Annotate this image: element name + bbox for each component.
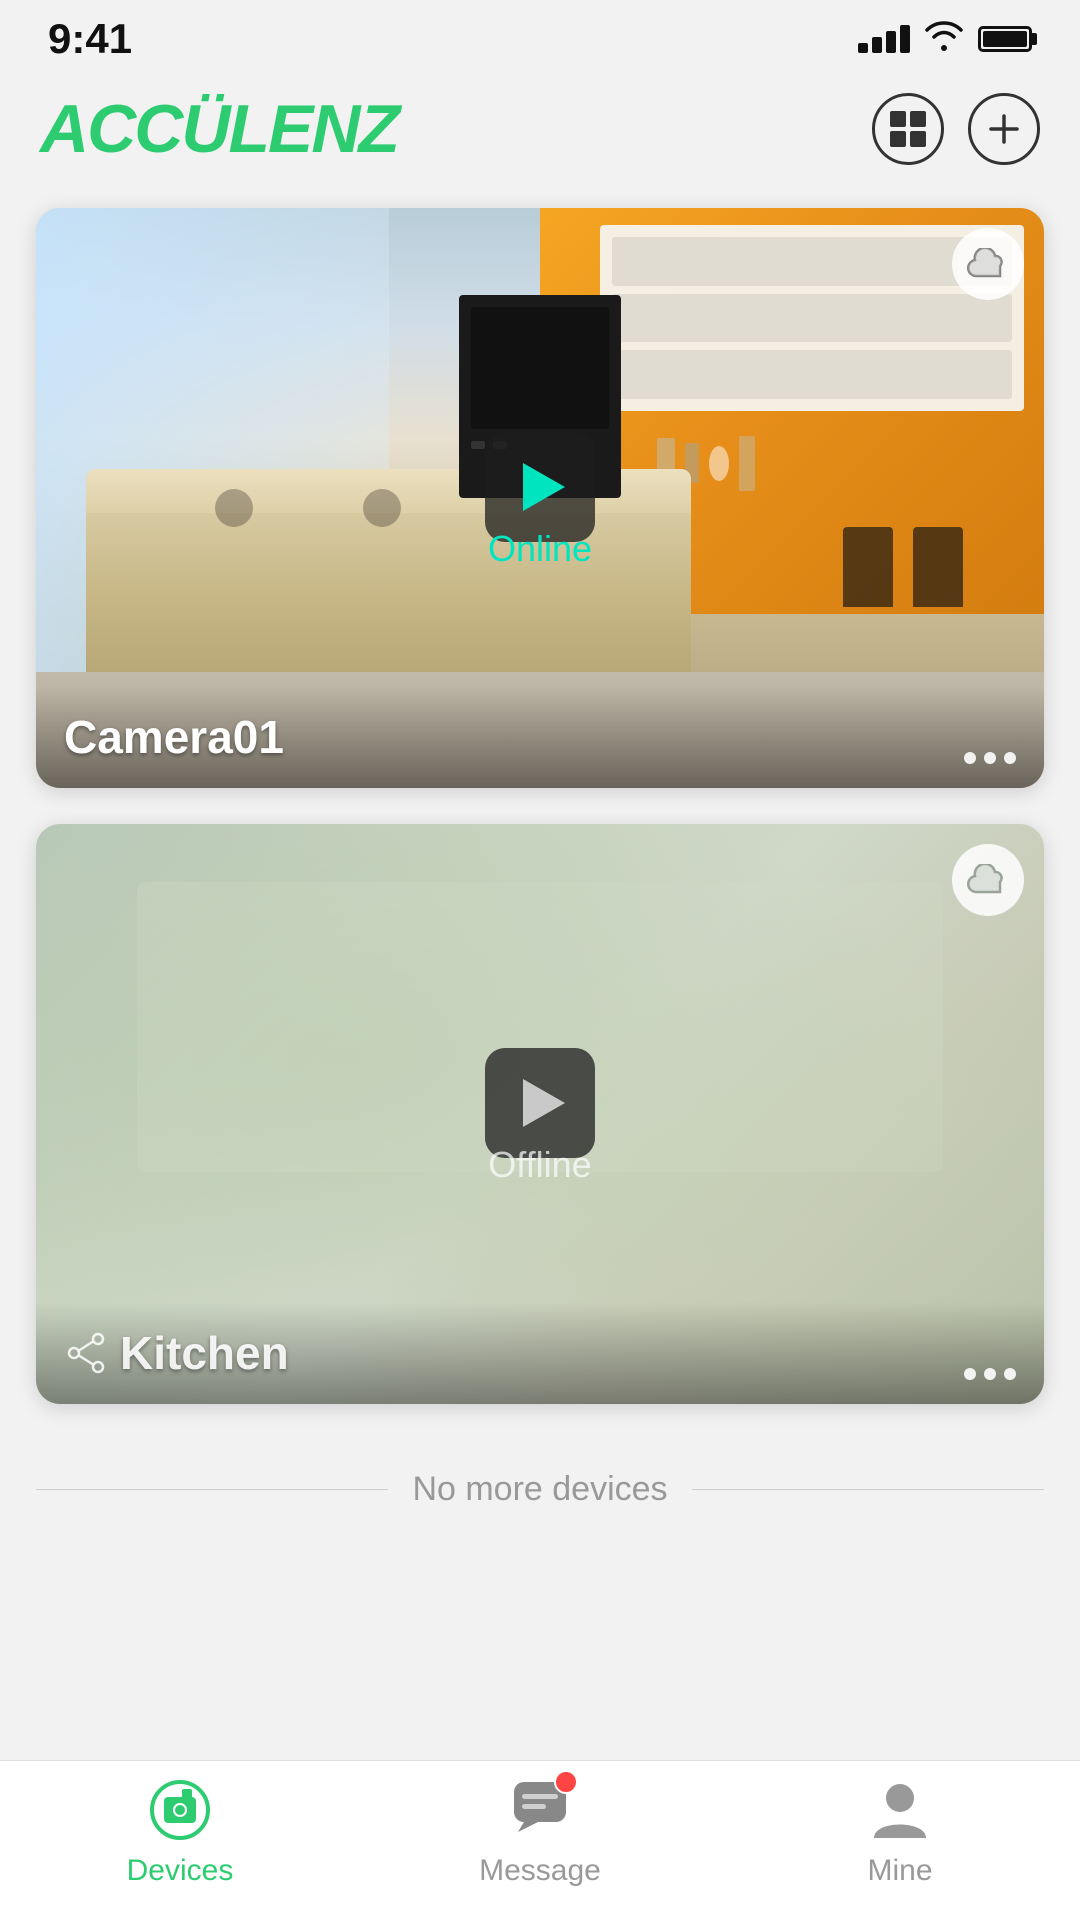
play-icon-kitchen	[523, 1079, 565, 1127]
main-content: Online Camera01	[0, 188, 1080, 1758]
cloud-icon	[966, 248, 1010, 280]
dot2	[984, 1368, 996, 1380]
nav-devices[interactable]: Devices	[0, 1774, 360, 1888]
cloud-icon-kitchen	[966, 864, 1010, 896]
nav-devices-label: Devices	[127, 1854, 234, 1888]
camera-card-bottom: Camera01	[36, 686, 1044, 788]
dot1	[964, 752, 976, 764]
battery-icon	[978, 26, 1032, 52]
camera-name-kitchen: Kitchen	[64, 1326, 289, 1380]
app-header: ACCÜLENZ	[0, 70, 1080, 188]
nav-message[interactable]: Message	[360, 1774, 720, 1888]
cloud-storage-button-kitchen[interactable]	[952, 844, 1024, 916]
bottom-navigation: Devices Message Mine	[0, 1760, 1080, 1920]
signal-icon	[858, 25, 910, 53]
app-logo: ACCÜLENZ	[40, 90, 398, 168]
divider-left	[36, 1489, 388, 1490]
status-icons	[858, 18, 1032, 61]
share-icon	[64, 1331, 108, 1375]
profile-icon	[870, 1778, 930, 1842]
camera-more-menu-kitchen[interactable]	[964, 1368, 1016, 1380]
message-badge	[554, 1770, 578, 1794]
devices-icon	[150, 1780, 210, 1840]
shelf	[641, 411, 1024, 515]
dot1	[964, 1368, 976, 1380]
dot2	[984, 752, 996, 764]
plus-icon	[985, 110, 1023, 148]
divider-right	[692, 1489, 1044, 1490]
grid-icon	[890, 111, 926, 147]
play-button-kitchen[interactable]	[485, 1048, 595, 1158]
play-icon	[523, 463, 565, 511]
wifi-icon	[924, 18, 964, 61]
camera-more-menu-camera01[interactable]	[964, 752, 1016, 764]
no-more-devices-section: No more devices	[36, 1440, 1044, 1539]
status-time: 9:41	[48, 15, 132, 63]
nav-mine[interactable]: Mine	[720, 1774, 1080, 1888]
dot3	[1004, 752, 1016, 764]
header-actions	[872, 93, 1040, 165]
camera-name-camera01: Camera01	[64, 710, 284, 764]
add-device-button[interactable]	[968, 93, 1040, 165]
message-icon-wrap	[504, 1774, 576, 1846]
camera-card-kitchen[interactable]: Offline Kitchen	[36, 824, 1044, 1404]
mine-icon-wrap	[864, 1774, 936, 1846]
camera-status-online: Online	[488, 528, 592, 570]
status-bar: 9:41	[0, 0, 1080, 70]
nav-mine-label: Mine	[867, 1854, 932, 1888]
nav-message-label: Message	[479, 1854, 601, 1888]
grid-view-button[interactable]	[872, 93, 944, 165]
bar-stools	[843, 527, 963, 607]
camera-card-bottom-kitchen: Kitchen	[36, 1302, 1044, 1404]
camera-status-offline: Offline	[488, 1144, 591, 1186]
dot3	[1004, 1368, 1016, 1380]
cloud-storage-button[interactable]	[952, 228, 1024, 300]
devices-icon-wrap	[144, 1774, 216, 1846]
no-more-devices-label: No more devices	[412, 1470, 667, 1509]
camera-card-camera01[interactable]: Online Camera01	[36, 208, 1044, 788]
play-button-camera01[interactable]	[485, 432, 595, 542]
